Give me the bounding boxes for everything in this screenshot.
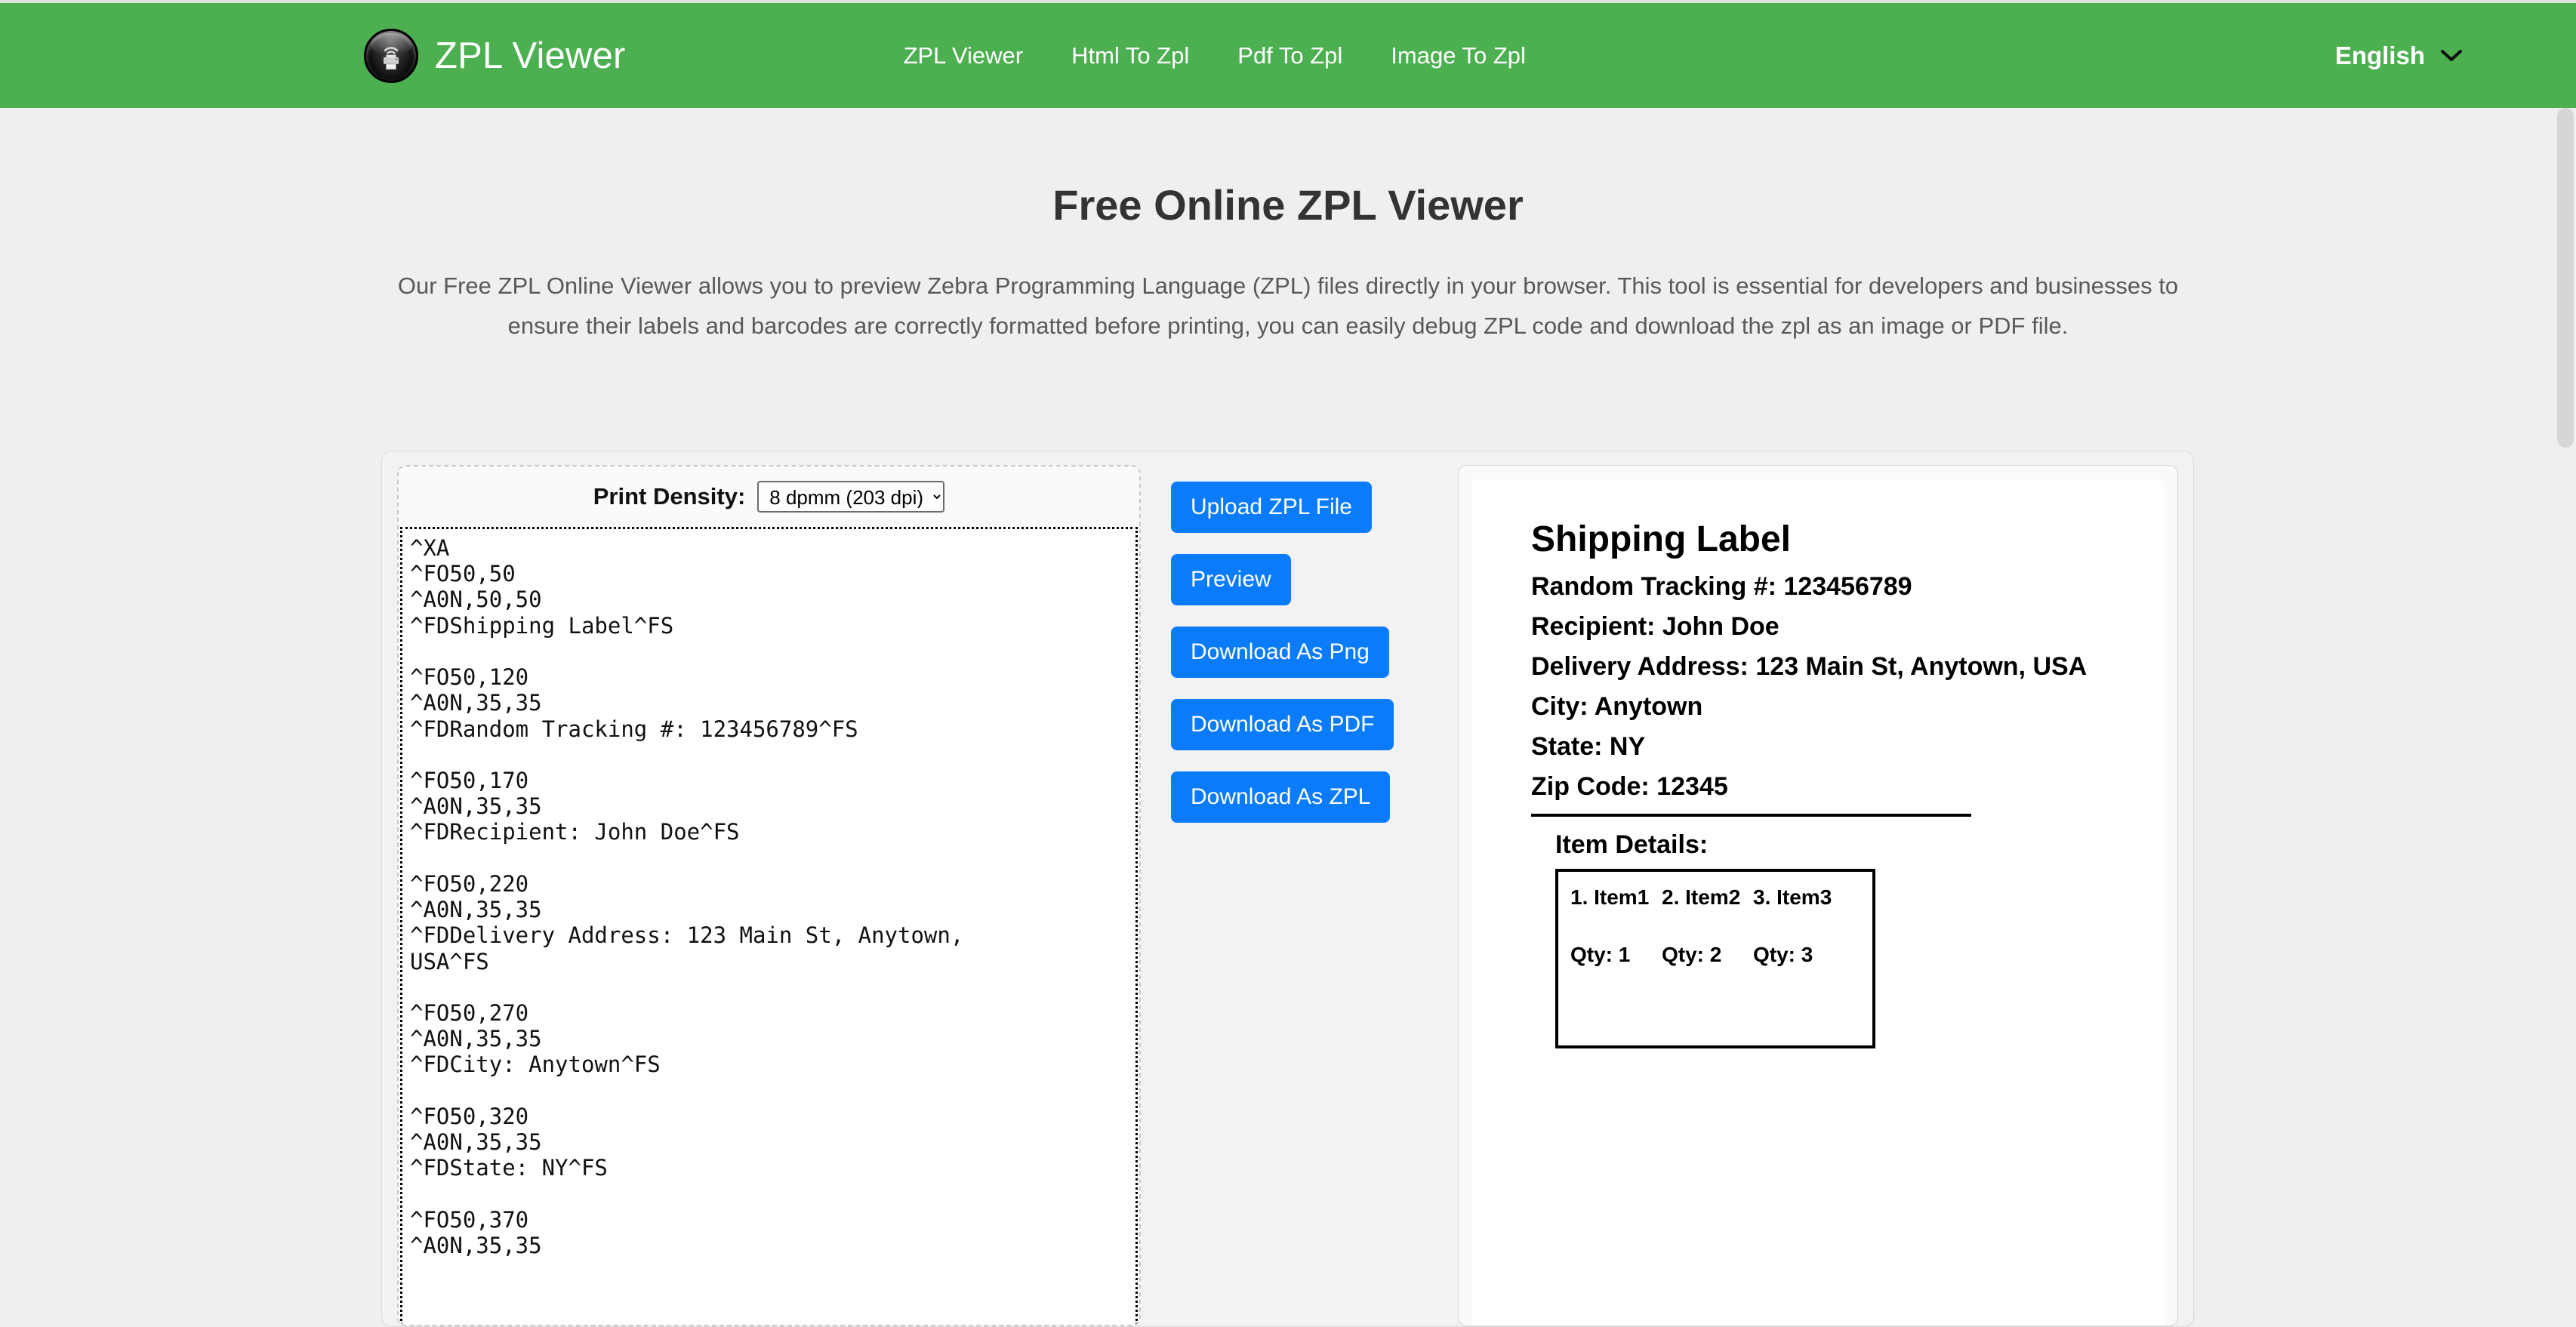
label-item-qty-row: Qty: 1 Qty: 2 Qty: 3 bbox=[1570, 943, 1872, 967]
label-address: Delivery Address: 123 Main St, Anytown, … bbox=[1531, 652, 2088, 681]
zpl-editor-panel: Print Density: 8 dpmm (203 dpi) bbox=[397, 465, 1141, 1326]
nav-link-image-to-zpl[interactable]: Image To Zpl bbox=[1391, 42, 1526, 69]
print-density-select[interactable]: 8 dpmm (203 dpi) bbox=[757, 481, 945, 513]
upload-zpl-file-button[interactable]: Upload ZPL File bbox=[1171, 482, 1372, 533]
label-zip: Zip Code: 12345 bbox=[1531, 772, 1728, 801]
nav-link-zpl-viewer[interactable]: ZPL Viewer bbox=[904, 42, 1024, 69]
label-item-1: 1. Item1 bbox=[1570, 885, 1650, 909]
label-qty-1: Qty: 1 bbox=[1570, 943, 1631, 966]
language-label: English bbox=[2334, 41, 2425, 69]
hero-section: Free Online ZPL Viewer Our Free ZPL Onli… bbox=[0, 108, 2576, 346]
label-title: Shipping Label bbox=[1531, 519, 1791, 559]
nav-link-html-to-zpl[interactable]: Html To Zpl bbox=[1071, 42, 1189, 69]
print-density-label: Print Density: bbox=[593, 483, 746, 510]
label-state: State: NY bbox=[1531, 732, 1646, 761]
label-qty-2: Qty: 2 bbox=[1662, 943, 1722, 966]
label-canvas: Shipping Label Random Tracking #: 123456… bbox=[1472, 479, 2164, 1325]
print-density-row: Print Density: 8 dpmm (203 dpi) bbox=[399, 466, 1139, 527]
label-tracking: Random Tracking #: 123456789 bbox=[1531, 572, 1912, 601]
download-png-button[interactable]: Download As Png bbox=[1171, 627, 1389, 678]
wireless-printer-icon bbox=[364, 28, 418, 83]
label-recipient: Recipient: John Doe bbox=[1531, 612, 1779, 641]
page-title: Free Online ZPL Viewer bbox=[1052, 181, 1524, 229]
top-navbar: ZPL Viewer ZPL Viewer Html To Zpl Pdf To… bbox=[0, 0, 2576, 108]
page-root: ZPL Viewer ZPL Viewer Html To Zpl Pdf To… bbox=[0, 0, 2576, 1327]
label-preview-panel: Shipping Label Random Tracking #: 123456… bbox=[1458, 465, 2178, 1326]
language-selector[interactable]: English bbox=[2335, 42, 2463, 70]
download-pdf-button[interactable]: Download As PDF bbox=[1171, 699, 1394, 750]
page-description: Our Free ZPL Online Viewer allows you to… bbox=[397, 272, 2179, 340]
page-scrollbar-thumb[interactable] bbox=[2557, 108, 2574, 448]
download-zpl-button[interactable]: Download As ZPL bbox=[1171, 771, 1391, 823]
brand-name: ZPL Viewer bbox=[435, 35, 626, 76]
label-item-details-box: 1. Item1 2. Item2 3. Item3 Qty: 1 Qty: 2… bbox=[1555, 869, 1875, 1048]
label-city: City: Anytown bbox=[1531, 692, 1703, 721]
label-qty-3: Qty: 3 bbox=[1753, 943, 1813, 966]
preview-button[interactable]: Preview bbox=[1171, 554, 1291, 605]
page-scrollbar-track[interactable] bbox=[2555, 108, 2576, 1327]
zpl-tool-container: Print Density: 8 dpmm (203 dpi) Upload Z… bbox=[381, 451, 2194, 1327]
nav-links: ZPL Viewer Html To Zpl Pdf To Zpl Image … bbox=[904, 42, 1526, 69]
nav-link-pdf-to-zpl[interactable]: Pdf To Zpl bbox=[1237, 42, 1342, 69]
actions-panel: Upload ZPL File Preview Download As Png … bbox=[1141, 465, 1435, 1326]
label-item-names-row: 1. Item1 2. Item2 3. Item3 bbox=[1570, 885, 1872, 910]
chevron-down-icon bbox=[2441, 49, 2462, 61]
zpl-code-textarea[interactable] bbox=[400, 527, 1138, 1325]
label-item-3: 3. Item3 bbox=[1753, 885, 1832, 909]
label-item-details-title: Item Details: bbox=[1555, 830, 1709, 859]
brand[interactable]: ZPL Viewer bbox=[364, 28, 626, 83]
label-item-2: 2. Item2 bbox=[1662, 885, 1741, 909]
label-divider bbox=[1531, 814, 1971, 817]
